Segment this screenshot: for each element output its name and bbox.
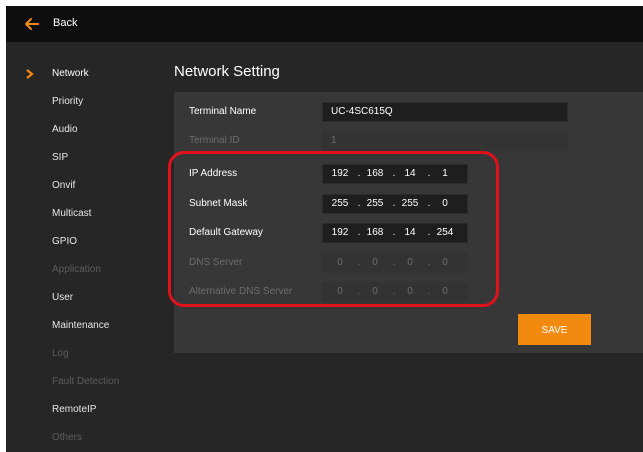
subnet-mask-row: Subnet Mask 255 . 255 . 255 . 0: [174, 194, 643, 214]
dns-server-label: DNS Server: [189, 257, 243, 268]
gateway-octet-2[interactable]: 168: [362, 224, 388, 242]
subnet-octet-2[interactable]: 255: [362, 195, 388, 213]
sidebar-item-user[interactable]: User: [52, 292, 73, 303]
dns-octet-4: 0: [442, 257, 448, 268]
gateway-octet-4[interactable]: 254: [432, 224, 458, 242]
ip-octet-1[interactable]: 192: [327, 165, 353, 183]
page-title: Network Setting: [174, 63, 280, 80]
top-bar: Back: [6, 6, 643, 42]
dns-octet-1: 0: [337, 257, 343, 268]
ip-address-input[interactable]: 192 . 168 . 14 . 1: [322, 164, 468, 184]
dns-octet-3: 0: [407, 257, 413, 268]
sidebar-item-network[interactable]: Network: [52, 68, 89, 79]
sidebar-item-onvif[interactable]: Onvif: [52, 180, 75, 191]
ip-address-row: IP Address 192 . 168 . 14 . 1: [174, 164, 643, 184]
gateway-octet-3[interactable]: 14: [397, 224, 423, 242]
alt-dns-octet-1: 0: [337, 286, 343, 297]
subnet-octet-3[interactable]: 255: [397, 195, 423, 213]
gateway-octet-1[interactable]: 192: [327, 224, 353, 242]
sidebar-item-gpio[interactable]: GPIO: [52, 236, 77, 247]
alt-dns-octet-2: 0: [372, 286, 378, 297]
back-button[interactable]: Back: [53, 17, 77, 29]
subnet-mask-input[interactable]: 255 . 255 . 255 . 0: [322, 194, 468, 214]
dns-server-input: 0 . 0 . 0 . 0: [322, 253, 468, 273]
dns-server-row: DNS Server 0 . 0 . 0 . 0: [174, 253, 643, 273]
ip-octet-4[interactable]: 1: [432, 165, 458, 183]
alt-dns-server-row: Alternative DNS Server 0 . 0 . 0 . 0: [174, 282, 643, 302]
sidebar-item-priority[interactable]: Priority: [52, 96, 83, 107]
alt-dns-octet-3: 0: [407, 286, 413, 297]
terminal-id-label: Terminal ID: [189, 135, 240, 146]
subnet-mask-label: Subnet Mask: [189, 198, 248, 209]
sidebar-item-application: Application: [52, 264, 101, 275]
sidebar-item-audio[interactable]: Audio: [52, 124, 78, 135]
save-button[interactable]: SAVE: [518, 314, 591, 345]
ip-octet-3[interactable]: 14: [397, 165, 423, 183]
dns-octet-2: 0: [372, 257, 378, 268]
subnet-octet-1[interactable]: 255: [327, 195, 353, 213]
active-chevron-icon: [26, 69, 34, 79]
sidebar-item-sip[interactable]: SIP: [52, 152, 68, 163]
alt-dns-server-input: 0 . 0 . 0 . 0: [322, 282, 468, 302]
sidebar-item-multicast[interactable]: Multicast: [52, 208, 91, 219]
sidebar-item-fault-detection: Fault Detection: [52, 376, 120, 387]
sidebar: Network Priority Audio SIP Onvif Multica…: [6, 42, 171, 452]
sidebar-item-others: Others: [52, 432, 83, 443]
ip-address-label: IP Address: [189, 168, 238, 179]
sidebar-item-maintenance[interactable]: Maintenance: [52, 320, 109, 331]
terminal-name-input[interactable]: UC-4SC615Q: [322, 102, 568, 122]
subnet-octet-4[interactable]: 0: [432, 195, 458, 213]
default-gateway-label: Default Gateway: [189, 227, 263, 238]
ip-octet-2[interactable]: 168: [362, 165, 388, 183]
default-gateway-input[interactable]: 192 . 168 . 14 . 254: [322, 223, 468, 243]
terminal-id-input: 1: [322, 131, 568, 151]
back-arrow-icon[interactable]: [24, 16, 40, 32]
app-window: Back Network Priority Audio SIP Onvif Mu…: [6, 6, 643, 452]
terminal-name-label: Terminal Name: [189, 106, 257, 117]
alt-dns-octet-4: 0: [442, 286, 448, 297]
terminal-name-row: Terminal Name UC-4SC615Q: [174, 102, 643, 122]
sidebar-item-remoteip[interactable]: RemoteIP: [52, 404, 96, 415]
terminal-id-row: Terminal ID 1: [174, 131, 643, 151]
alt-dns-server-label: Alternative DNS Server: [189, 286, 293, 297]
default-gateway-row: Default Gateway 192 . 168 . 14 . 254: [174, 223, 643, 243]
sidebar-item-log: Log: [52, 348, 69, 359]
